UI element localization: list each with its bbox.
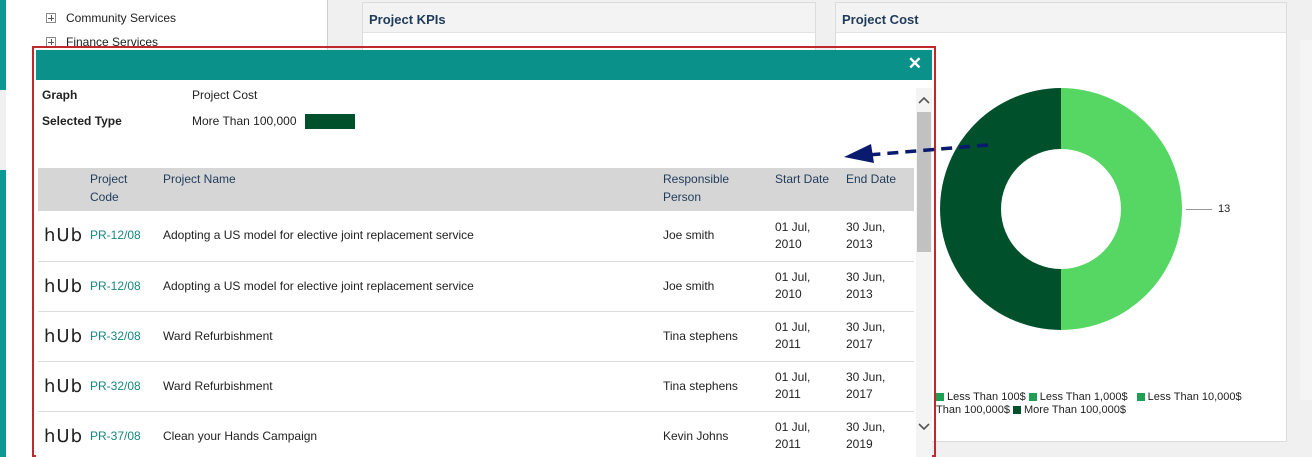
table-row[interactable]: hUb PR-12/08 Adopting a US model for ele… (38, 261, 914, 312)
column-header-logo (38, 168, 84, 211)
end-date-cell: 30 Jun, 2013 (840, 261, 914, 312)
page-scrollbar[interactable] (1300, 40, 1312, 400)
column-header-project-code[interactable]: Project Code (84, 168, 157, 211)
legend-item-more-than-100000[interactable]: More Than 100,000$ (1024, 404, 1126, 416)
project-cost-donut-chart (940, 88, 1182, 330)
legend-item-less-than-100[interactable]: Less Than 100$ (947, 391, 1026, 403)
selected-type-value: More Than 100,000 (192, 114, 297, 128)
selected-type-label: Selected Type (42, 114, 122, 128)
chevron-down-icon[interactable] (918, 423, 930, 431)
graph-label: Graph (42, 88, 78, 102)
column-header-start-date[interactable]: Start Date (769, 168, 840, 211)
end-date-cell: 30 Jun, 2017 (840, 361, 914, 412)
selected-type-row: Selected Type More Than 100,000 (42, 114, 355, 130)
hub-logo-icon: hUb (38, 411, 84, 457)
legend-line-1: Less Than 100$ Less Than 1,000$ Less Than… (936, 391, 1296, 404)
graph-value: Project Cost (192, 88, 258, 102)
table-row[interactable]: hUb PR-32/08 Ward Refurbishment Tina ste… (38, 311, 914, 362)
chart-legend: Less Than 100$ Less Than 1,000$ Less Than… (936, 391, 1296, 417)
projects-table: Project Code Project Name Responsible Pe… (38, 168, 914, 457)
legend-swatch (936, 393, 944, 402)
hub-logo-icon: hUb (38, 261, 84, 312)
responsible-person-cell: Tina stephens (657, 361, 769, 412)
hub-logo-icon: hUb (38, 211, 84, 262)
responsible-person-cell: Kevin Johns (657, 411, 769, 457)
project-code-link[interactable]: PR-32/08 (84, 311, 157, 362)
graph-info-row: Graph Project Cost (42, 88, 257, 102)
data-label-leader (1186, 209, 1212, 210)
annotation-arrow-icon (844, 143, 989, 163)
responsible-person-cell: Tina stephens (657, 311, 769, 362)
project-name-cell: Adopting a US model for elective joint r… (157, 211, 657, 262)
tree-item-community-services[interactable]: Community Services (46, 11, 176, 25)
selected-type-swatch (304, 114, 355, 130)
modal-header: ✕ (36, 50, 932, 80)
hub-logo-icon: hUb (38, 311, 84, 362)
project-name-cell: Clean your Hands Campaign (157, 411, 657, 457)
table-row[interactable]: hUb PR-37/08 Clean your Hands Campaign K… (38, 411, 914, 457)
start-date-cell: 01 Jul, 2011 (769, 411, 840, 457)
close-icon[interactable]: ✕ (908, 54, 922, 74)
project-code-link[interactable]: PR-37/08 (84, 411, 157, 457)
responsible-person-cell: Joe smith (657, 211, 769, 262)
legend-item-less-than-100000[interactable]: Than 100,000$ (936, 404, 1010, 416)
legend-line-2: Than 100,000$ More Than 100,000$ (936, 404, 1296, 417)
project-name-cell: Ward Refurbishment (157, 361, 657, 412)
end-date-cell: 30 Jun, 2019 (840, 411, 914, 457)
projects-table-wrap: Project Code Project Name Responsible Pe… (38, 168, 914, 457)
project-code-link[interactable]: PR-12/08 (84, 211, 157, 262)
responsible-person-cell: Joe smith (657, 261, 769, 312)
column-header-end-date[interactable]: End Date (840, 168, 914, 211)
table-row[interactable]: hUb PR-32/08 Ward Refurbishment Tina ste… (38, 361, 914, 412)
start-date-cell: 01 Jul, 2011 (769, 361, 840, 412)
table-header-row: Project Code Project Name Responsible Pe… (38, 168, 914, 211)
drilldown-modal: ✕ Graph Project Cost Selected Type More Th… (36, 50, 932, 457)
project-code-link[interactable]: PR-32/08 (84, 361, 157, 412)
legend-item-less-than-1000[interactable]: Less Than 1,000$ (1040, 391, 1128, 403)
project-name-cell: Adopting a US model for elective joint r… (157, 261, 657, 312)
chevron-up-icon[interactable] (918, 96, 930, 104)
table-row[interactable]: hUb PR-12/08 Adopting a US model for ele… (38, 211, 914, 262)
project-name-cell: Ward Refurbishment (157, 311, 657, 362)
donut-data-label: 13 (1218, 203, 1231, 215)
end-date-cell: 30 Jun, 2017 (840, 311, 914, 362)
modal-scrollbar-thumb[interactable] (917, 112, 931, 252)
hub-logo-icon: hUb (38, 361, 84, 412)
panel-title: Project Cost (836, 3, 1286, 33)
column-header-responsible-person[interactable]: Responsible Person (657, 168, 769, 211)
expand-icon[interactable] (46, 13, 56, 23)
app-page: Community Services Finance Services Proj… (0, 0, 1312, 457)
start-date-cell: 01 Jul, 2010 (769, 211, 840, 262)
end-date-cell: 30 Jun, 2013 (840, 211, 914, 262)
legend-item-less-than-10000[interactable]: Less Than 10,000$ (1148, 391, 1242, 403)
legend-swatch (1013, 406, 1022, 415)
column-header-project-name[interactable]: Project Name (157, 168, 657, 211)
start-date-cell: 01 Jul, 2010 (769, 261, 840, 312)
start-date-cell: 01 Jul, 2011 (769, 311, 840, 362)
legend-swatch (1028, 393, 1037, 402)
slice-more-than-100000[interactable] (940, 88, 1061, 330)
legend-swatch (1136, 393, 1145, 402)
tree-item-label: Community Services (66, 11, 177, 25)
slice-less-than-100[interactable] (1061, 88, 1182, 330)
project-code-link[interactable]: PR-12/08 (84, 261, 157, 312)
panel-title: Project KPIs (363, 3, 815, 33)
